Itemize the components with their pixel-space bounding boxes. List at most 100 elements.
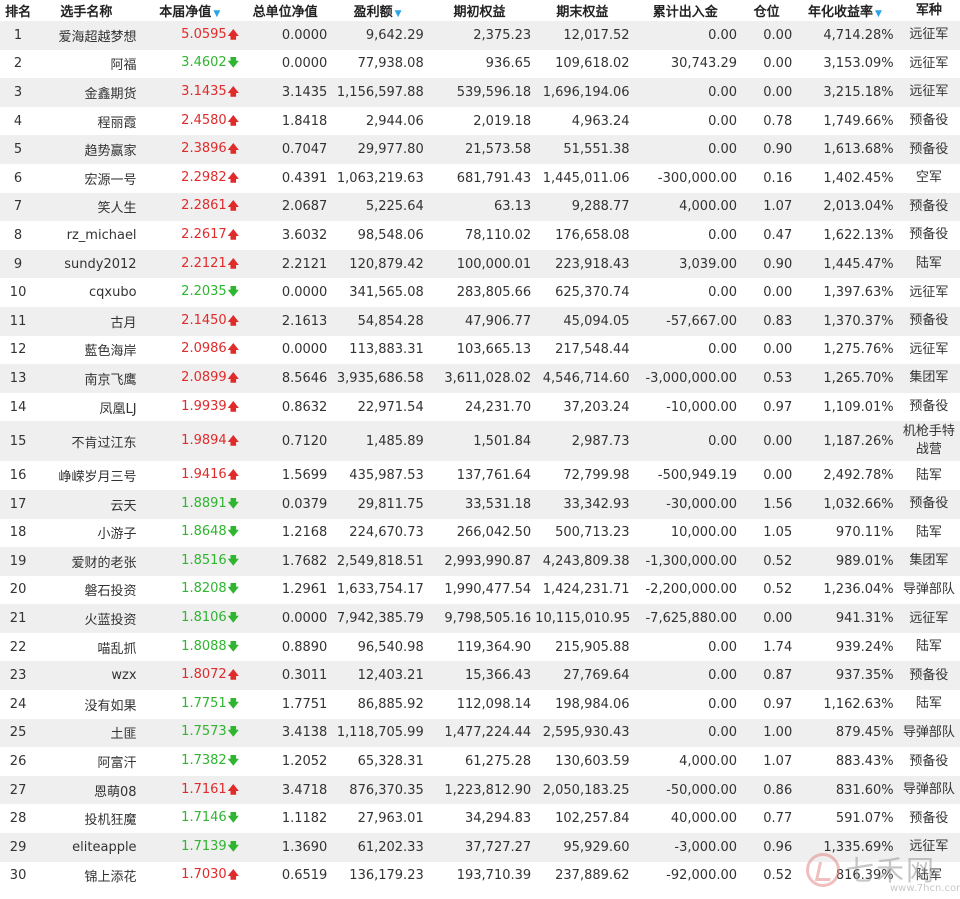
cell-player-name[interactable]: 爱海超越梦想 — [36, 21, 140, 50]
cell-player-name[interactable]: wzx — [36, 661, 140, 690]
cell-end-equity: 10,115,010.95 — [535, 611, 631, 627]
col-header-name[interactable]: 选手名称 — [36, 0, 141, 21]
cell-player-name[interactable]: 阿富汗 — [36, 747, 140, 776]
col-header-army[interactable]: 军种 — [897, 0, 960, 21]
table-row[interactable]: 20 磐石投资 1.8208🡇 1.2961 1,633,754.17 1,990,477… — [0, 575, 960, 605]
cell-annual: 1,109.01% — [823, 399, 894, 415]
table-row[interactable]: 27 恩萌08 1.7161🡅 3.4718 876,370.35 1,223,812.9… — [0, 775, 960, 805]
cell-player-name[interactable]: 云天 — [36, 490, 140, 519]
sort-desc-icon[interactable]: ▼ — [395, 9, 402, 19]
cell-player-name[interactable]: 趋势赢家 — [36, 135, 140, 164]
col-header-unit-nav[interactable]: 总单位净值 — [242, 0, 332, 21]
cell-player-name[interactable]: 喵乱抓 — [36, 633, 140, 662]
table-row[interactable]: 29 eliteapple 1.7139🡇 1.3690 61,202.33 37,727… — [0, 833, 960, 862]
cell-player-name[interactable]: 恩萌08 — [36, 776, 140, 805]
table-row[interactable]: 30 锦上添花 1.7030🡅 0.6519 136,179.23 193,710.39 2… — [0, 861, 960, 891]
cell-player-name[interactable]: cqxubo — [36, 278, 140, 307]
cell-player-name[interactable]: 南京飞鹰 — [36, 364, 140, 393]
cell-player-name[interactable]: 古月 — [36, 307, 140, 336]
cell-player-name[interactable]: 土匪 — [36, 719, 140, 748]
table-row[interactable]: 24 没有如果 1.7751🡇 1.7751 86,885.92 112,098.14 19… — [0, 690, 960, 719]
cell-init-equity: 936.65 — [485, 56, 532, 72]
cell-player-name[interactable]: 没有如果 — [36, 690, 140, 719]
cell-player-name[interactable]: 笑人生 — [36, 193, 140, 222]
cell-end-equity: 215,905.88 — [555, 639, 630, 655]
table-row[interactable]: 12 藍色海岸 2.0986🡅 0.0000 113,883.31 103,665.13 2… — [0, 335, 960, 365]
cell-player-name[interactable]: 磐石投资 — [36, 576, 140, 605]
cell-player-name[interactable]: 程丽霞 — [36, 107, 140, 136]
table-row[interactable]: 19 爱财的老张 1.8516🡇 1.7682 2,549,818.51 2,993,99… — [0, 547, 960, 576]
arrow-up-icon: 🡅 — [227, 170, 239, 184]
cell-init-equity: 3,611,028.02 — [444, 370, 532, 386]
cell-player-name[interactable]: 峥嵘岁月三号 — [36, 461, 140, 490]
cell-nav: 1.7573🡇 — [141, 719, 243, 748]
cell-rank: 29 — [9, 839, 27, 855]
table-row[interactable]: 4 程丽霞 2.4580🡅 1.8418 2,944.06 2,019.18 4,963.2… — [0, 106, 960, 136]
cell-player-name[interactable]: 投机狂魔 — [36, 804, 140, 833]
cell-player-name[interactable]: 凤凰LJ — [36, 393, 140, 422]
table-row[interactable]: 16 峥嵘岁月三号 1.9416🡅 1.5699 435,987.53 137,761.6… — [0, 461, 960, 490]
sort-desc-icon[interactable]: ▼ — [875, 9, 882, 19]
cell-annual: 3,153.09% — [823, 56, 894, 72]
cell-init-equity: 2,993,990.87 — [444, 553, 532, 569]
table-row[interactable]: 1 爱海超越梦想 5.0595🡅 0.0000 9,642.29 2,375.23 12,0… — [0, 21, 960, 50]
col-header-position[interactable]: 仓位 — [741, 0, 797, 21]
cell-annual: 937.35% — [835, 668, 894, 684]
cell-player-name[interactable]: 火蓝投资 — [36, 604, 140, 633]
cell-position: 0.00 — [763, 56, 793, 72]
cell-nav: 3.4602🡇 — [141, 50, 243, 79]
cell-rank: 27 — [9, 782, 27, 798]
col-header-net-flow[interactable]: 累计出入金 — [633, 0, 742, 21]
cell-net-flow: -300,000.00 — [657, 170, 738, 186]
cell-player-name[interactable]: 小游子 — [36, 519, 140, 548]
sort-desc-icon[interactable]: ▼ — [213, 9, 220, 19]
table-row[interactable]: 23 wzx 1.8072🡅 0.3011 12,403.21 15,366.43 27,7… — [0, 661, 960, 691]
cell-net-flow: 0.00 — [708, 142, 738, 158]
table-row[interactable]: 3 金鑫期货 3.1435🡅 3.1435 1,156,597.88 539,596.18… — [0, 78, 960, 107]
col-header-profit[interactable]: 盈利额 ▼ — [331, 0, 428, 21]
cell-rank: 1 — [13, 27, 23, 43]
cell-player-name[interactable]: eliteapple — [36, 833, 140, 862]
table-row[interactable]: 5 趋势赢家 2.3896🡅 0.7047 29,977.80 21,573.58 51,5… — [0, 135, 960, 164]
table-row[interactable]: 25 土匪 1.7573🡇 3.4138 1,118,705.99 1,477,224.4… — [0, 718, 960, 748]
cell-player-name[interactable]: 阿福 — [36, 50, 140, 79]
cell-army: 陆军 — [915, 639, 942, 655]
cell-player-name[interactable]: 宏源一号 — [36, 164, 140, 193]
table-row[interactable]: 6 宏源一号 2.2982🡅 0.4391 1,063,219.63 681,791.43… — [0, 163, 960, 193]
table-row[interactable]: 17 云天 1.8891🡇 0.0379 29,811.75 33,531.18 33,34… — [0, 489, 960, 519]
cell-player-name[interactable]: 爱财的老张 — [36, 547, 140, 576]
table-row[interactable]: 11 古月 2.1450🡅 2.1613 54,854.28 47,906.77 45,09… — [0, 306, 960, 336]
cell-profit: 29,811.75 — [357, 496, 424, 512]
table-row[interactable]: 7 笑人生 2.2861🡅 2.0687 5,225.64 63.13 9,288.77 4,… — [0, 192, 960, 222]
col-header-annual[interactable]: 年化收益率 ▼ — [796, 0, 898, 21]
cell-player-name[interactable]: 金鑫期货 — [36, 78, 140, 107]
table-row[interactable]: 13 南京飞鹰 2.0899🡅 8.5646 3,935,686.58 3,611,028… — [0, 364, 960, 393]
table-row[interactable]: 9 sundy2012 2.2121🡅 2.2121 120,879.42 100,000… — [0, 249, 960, 279]
table-row[interactable]: 15 不肯过江东 1.9894🡅 0.7120 1,485.89 1,501.84 2,98… — [0, 421, 960, 462]
table-row[interactable]: 22 喵乱抓 1.8088🡇 0.8890 96,540.98 119,364.90 215… — [0, 632, 960, 662]
col-header-end-equity[interactable]: 期末权益 — [535, 0, 634, 21]
cell-player-name[interactable]: sundy2012 — [36, 250, 140, 279]
arrow-down-icon: 🡇 — [227, 611, 239, 625]
table-row[interactable]: 8 rz_michael 2.2617🡅 3.6032 98,548.06 78,110.… — [0, 221, 960, 250]
cell-player-name[interactable]: 藍色海岸 — [36, 336, 140, 365]
table-row[interactable]: 18 小游子 1.8648🡇 1.2168 224,670.73 266,042.50 50… — [0, 518, 960, 548]
table-row[interactable]: 10 cqxubo 2.2035🡇 0.0000 341,565.08 283,805.6… — [0, 278, 960, 307]
cell-nav: 3.1435🡅 — [141, 78, 243, 107]
table-row[interactable]: 14 凤凰LJ 1.9939🡅 0.8632 22,971.54 24,231.70 37,… — [0, 392, 960, 422]
col-header-init-equity[interactable]: 期初权益 — [427, 0, 536, 21]
cell-player-name[interactable]: 不肯过江东 — [36, 421, 140, 461]
cell-end-equity: 33,342.93 — [563, 496, 630, 512]
cell-player-name[interactable]: rz_michael — [36, 221, 140, 250]
cell-army: 远征军 — [909, 284, 949, 300]
table-row[interactable]: 26 阿富汗 1.7382🡇 1.2052 65,328.31 61,275.28 130,… — [0, 747, 960, 776]
table-row[interactable]: 2 阿福 3.4602🡇 0.0000 77,938.08 936.65 109,618.0… — [0, 49, 960, 79]
table-row[interactable]: 28 投机狂魔 1.7146🡇 1.1182 27,963.01 34,294.83 102… — [0, 804, 960, 834]
cell-position: 0.00 — [763, 433, 793, 449]
table-row[interactable]: 21 火蓝投资 1.8106🡇 0.0000 7,942,385.79 9,798,505… — [0, 604, 960, 633]
cell-player-name[interactable]: 锦上添花 — [36, 862, 140, 891]
col-header-nav[interactable]: 本届净值 ▼ — [140, 0, 243, 21]
col-header-rank[interactable]: 排名 — [0, 0, 37, 21]
cell-end-equity: 1,696,194.06 — [542, 84, 630, 100]
col-header-name-label: 选手名称 — [60, 5, 113, 20]
